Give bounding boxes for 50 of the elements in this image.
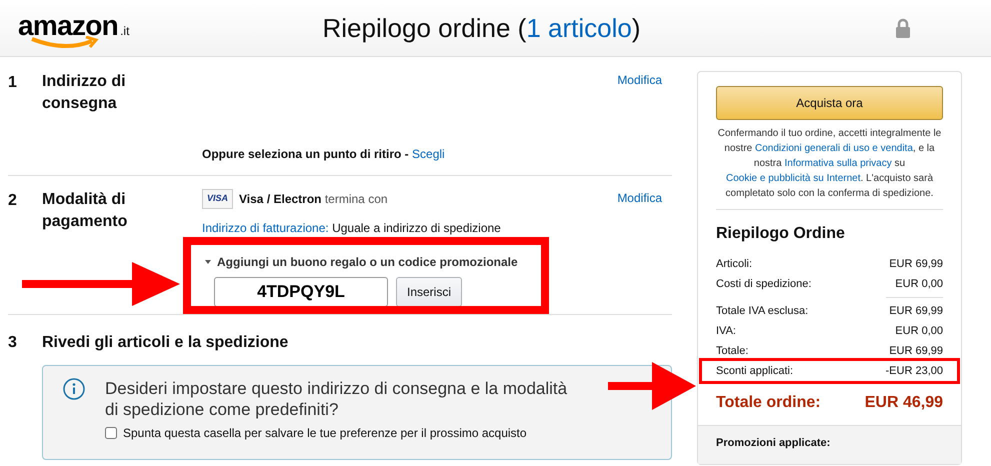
card-description: Visa / Electron termina con [239, 190, 388, 208]
info-question: Desideri impostare questo indirizzo di consegna e la modalità di spedizione come predefiniti? [105, 378, 568, 420]
summary-value: EUR 69,99 [889, 344, 943, 359]
step-number: 1 [8, 73, 18, 93]
choose-link[interactable]: Scegli [412, 147, 445, 161]
edit-link[interactable]: Modifica [617, 189, 662, 207]
summary-value: EUR 0,00 [895, 324, 943, 339]
order-total-value: EUR 46,99 [864, 393, 943, 413]
summary-label: Totale IVA esclusa: [716, 304, 808, 319]
save-preferences-checkbox[interactable] [105, 427, 117, 439]
step-number: 3 [8, 333, 18, 353]
summary-value: EUR 0,00 [895, 276, 943, 292]
summary-label: Totale: [716, 344, 748, 359]
summary-label: Costi di spedizione: [716, 276, 812, 292]
summary-label: Sconti applicati: [716, 364, 794, 379]
caret-icon [205, 260, 211, 264]
logo-wordmark: amazon [18, 12, 118, 40]
page-title: Riepilogo ordine (1 articolo) [322, 12, 640, 44]
summary-value: -EUR 23,00 [886, 364, 943, 379]
card-badge: VISA [202, 189, 234, 208]
billing-address: Indirizzo di fatturazione: Uguale a indirizzo di spedizione [202, 220, 502, 236]
section-title: Indirizzo di consegna [42, 72, 127, 114]
summary-value: EUR 69,99 [889, 304, 943, 319]
order-total-label: Totale ordine: [716, 393, 821, 413]
pickup-text: Oppure seleziona un punto di ritiro - Scegli [202, 146, 446, 163]
buy-now-button[interactable]: Acquista ora [716, 86, 943, 120]
section-title: Rivedi gli articoli e la spedizione [42, 333, 288, 353]
promo-code-field[interactable]: 4TDPQY9L [214, 276, 388, 306]
promo-toggle[interactable]: Aggiungi un buono regalo o un codice promozionale [205, 252, 518, 270]
item-count-link[interactable]: 1 articolo [526, 12, 632, 42]
smile-arrow-icon [30, 36, 100, 50]
apply-button[interactable]: Inserisci [396, 276, 462, 306]
step-number: 2 [8, 191, 18, 211]
edit-link[interactable]: Modifica [617, 71, 662, 89]
legal-link[interactable]: Condizioni generali di uso e vendita [755, 143, 913, 154]
section-title: Modalità di pagamento [42, 190, 128, 232]
logo-domain: .it [120, 23, 130, 40]
info-icon [63, 378, 85, 400]
lock-icon [895, 18, 911, 38]
summary-title: Riepilogo Ordine [716, 224, 846, 244]
promotions-label: Promozioni applicate: [716, 437, 830, 449]
legal-notice: Confermando il tuo ordine, accetti integralmente le nostre Condizioni generali di uso e vendita, e la nostra Informativa sulla privacy su Cookie e pubblicità su Internet. L'acquisto sarà completato solo con la conferma di spedizione. [716, 126, 943, 210]
summary-value: EUR 69,99 [889, 256, 943, 272]
amazon-logo[interactable]: amazon.it [18, 6, 148, 50]
billing-link[interactable]: Indirizzo di fatturazione: [202, 220, 329, 234]
legal-link[interactable]: Informativa sulla privacy [784, 158, 892, 169]
summary-label: Articoli: [716, 256, 752, 272]
checkbox-label: Spunta questa casella per salvare le tue preferenze per il prossimo acquisto [123, 425, 527, 442]
legal-link[interactable]: Cookie e pubblicità su Internet [726, 173, 860, 184]
summary-label: IVA: [716, 324, 736, 339]
